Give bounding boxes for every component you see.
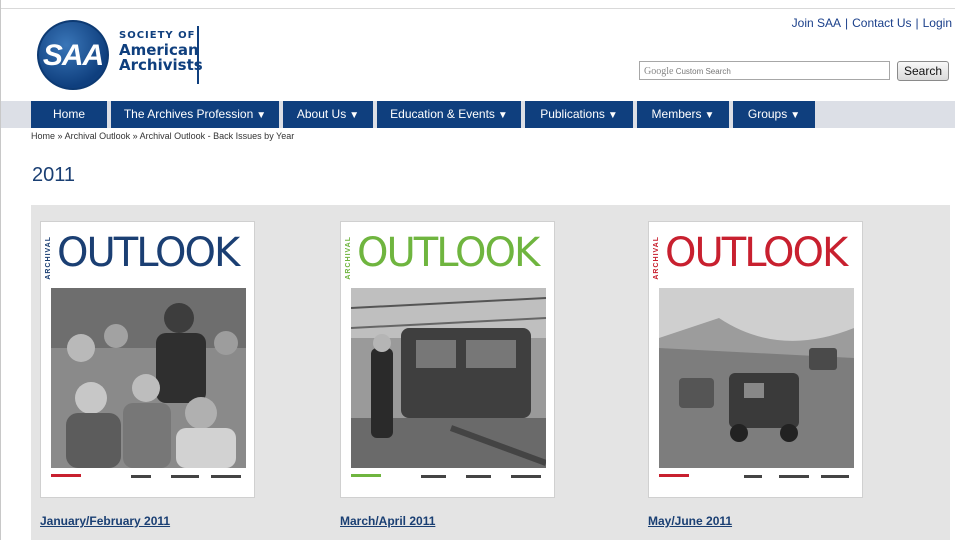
issue-link[interactable]: March/April 2011 xyxy=(340,514,435,528)
link-separator: | xyxy=(915,16,919,30)
nav-label: Education & Events xyxy=(390,107,495,121)
breadcrumb-separator: » xyxy=(57,131,63,141)
cover-title: OUTLOOK xyxy=(357,230,540,276)
cover-photo xyxy=(351,288,546,468)
issue-link[interactable]: January/February 2011 xyxy=(40,514,170,528)
breadcrumb-archival-outlook[interactable]: Archival Outlook xyxy=(65,131,131,141)
search-button[interactable]: Search xyxy=(897,61,949,81)
cover-footer-text xyxy=(171,475,199,478)
cover-footer-text xyxy=(821,475,849,478)
nav-item-publications[interactable]: Publications ▼ xyxy=(525,101,633,128)
caret-down-icon: ▼ xyxy=(497,110,508,121)
search-brand: Google xyxy=(644,66,674,77)
nav-label: Members xyxy=(651,107,702,121)
cover-footer-text xyxy=(211,475,241,478)
issue-cover-image[interactable]: ARCHIVAL OUTLOOK xyxy=(648,221,863,498)
page-title: 2011 xyxy=(32,164,76,186)
logo-line-3: Archivists xyxy=(119,56,203,74)
breadcrumb: Home » Archival Outlook » Archival Outlo… xyxy=(31,131,294,141)
logo-text: SOCIETY OF American Archivists xyxy=(119,28,203,74)
issues-grid: ARCHIVAL OUTLOOK January/February 2011 A… xyxy=(31,205,950,540)
link-separator: | xyxy=(845,16,849,30)
cover-title: OUTLOOK xyxy=(57,230,240,276)
join-saa-link[interactable]: Join SAA xyxy=(792,16,841,30)
cover-footer-accent xyxy=(51,474,81,477)
caret-down-icon: ▼ xyxy=(704,110,715,121)
breadcrumb-home[interactable]: Home xyxy=(31,131,55,141)
contact-us-link[interactable]: Contact Us xyxy=(852,16,911,30)
cover-footer-accent xyxy=(351,474,381,477)
search-input[interactable]: Google Custom Search xyxy=(639,61,890,80)
cover-footer xyxy=(51,472,246,492)
page: SAA SOCIETY OF American Archivists Join … xyxy=(0,0,955,540)
logo-divider xyxy=(197,26,199,84)
nav-item-archives-profession[interactable]: The Archives Profession ▼ xyxy=(111,101,279,128)
issue-link[interactable]: May/June 2011 xyxy=(648,514,732,528)
breadcrumb-current: Archival Outlook - Back Issues by Year xyxy=(139,131,295,141)
nav-label: The Archives Profession xyxy=(123,107,254,121)
nav-item-education-events[interactable]: Education & Events ▼ xyxy=(377,101,521,128)
cover-side-label: ARCHIVAL xyxy=(345,236,352,280)
cover-footer-text xyxy=(511,475,541,478)
search-placeholder: Custom Search xyxy=(675,67,731,76)
nav-item-home[interactable]: Home xyxy=(31,101,107,128)
issue-cover-image[interactable]: ARCHIVAL OUTLOOK xyxy=(340,221,555,498)
cover-side-label: ARCHIVAL xyxy=(45,236,52,280)
logo-abbr: SAA xyxy=(42,39,104,72)
cover-footer xyxy=(659,472,854,492)
breadcrumb-separator: » xyxy=(132,131,138,141)
caret-down-icon: ▼ xyxy=(256,110,267,121)
cover-photo xyxy=(51,288,246,468)
nav-label: About Us xyxy=(296,107,347,121)
cover-title: OUTLOOK xyxy=(665,230,848,276)
nav-item-about-us[interactable]: About Us ▼ xyxy=(283,101,373,128)
cover-photo xyxy=(659,288,854,468)
header-divider xyxy=(1,8,955,9)
nav-label: Publications xyxy=(540,107,605,121)
cover-footer xyxy=(351,472,546,492)
nav-item-groups[interactable]: Groups ▼ xyxy=(733,101,815,128)
saa-logo[interactable]: SAA SOCIETY OF American Archivists xyxy=(37,20,217,90)
top-links: Join SAA | Contact Us | Login xyxy=(792,16,952,30)
caret-down-icon: ▼ xyxy=(349,110,360,121)
site-search: Google Custom Search Search xyxy=(639,61,951,81)
nav-label: Groups xyxy=(747,107,788,121)
nav-item-members[interactable]: Members ▼ xyxy=(637,101,729,128)
cover-footer-text xyxy=(466,475,491,478)
caret-down-icon: ▼ xyxy=(607,110,618,121)
cover-footer-text xyxy=(744,475,762,478)
nav-label: Home xyxy=(52,107,85,121)
cover-side-label: ARCHIVAL xyxy=(653,236,660,280)
caret-down-icon: ▼ xyxy=(790,110,801,121)
cover-footer-text xyxy=(779,475,809,478)
cover-footer-accent xyxy=(659,474,689,477)
logo-emblem: SAA xyxy=(37,20,109,90)
main-nav: Home The Archives Profession ▼ About Us ▼ … xyxy=(1,101,955,128)
login-link[interactable]: Login xyxy=(923,16,952,30)
issue-cover-image[interactable]: ARCHIVAL OUTLOOK xyxy=(40,221,255,498)
cover-footer-text xyxy=(131,475,151,478)
site-header: SAA SOCIETY OF American Archivists Join … xyxy=(1,0,955,101)
cover-footer-text xyxy=(421,475,446,478)
